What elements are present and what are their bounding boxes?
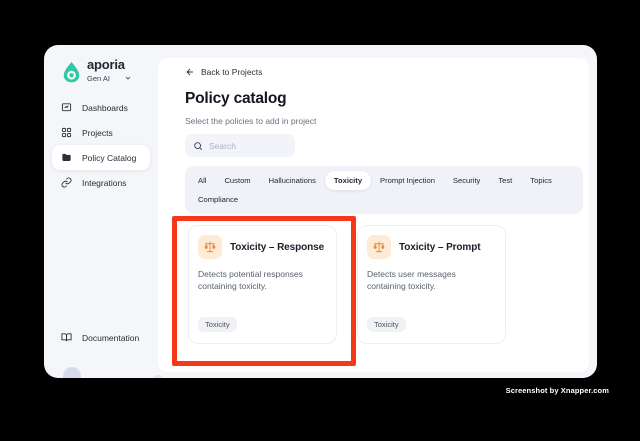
sidebar-item-projects[interactable]: Projects bbox=[52, 120, 150, 145]
policy-card-title: Toxicity – Prompt bbox=[399, 241, 481, 253]
policy-cards: Toxicity – Response Detects potential re… bbox=[188, 225, 506, 344]
aporia-logo-icon bbox=[63, 62, 80, 83]
tab-toxicity[interactable]: Toxicity bbox=[324, 171, 372, 190]
tab-prompt-injection[interactable]: Prompt Injection bbox=[371, 171, 444, 190]
link-icon bbox=[61, 177, 72, 188]
scales-icon bbox=[198, 235, 222, 259]
tab-compliance[interactable]: Compliance bbox=[189, 190, 247, 209]
tab-topics[interactable]: Topics bbox=[521, 171, 561, 190]
search-icon bbox=[194, 141, 203, 150]
tab-custom[interactable]: Custom bbox=[215, 171, 259, 190]
policy-card-description: Detects user messages containing toxicit… bbox=[367, 269, 456, 292]
policy-tag-badge: Toxicity bbox=[198, 317, 237, 332]
sidebar-nav: Dashboards Projects Policy Catalog Integ… bbox=[44, 95, 158, 195]
folder-icon bbox=[62, 153, 71, 161]
chevron-down-icon bbox=[125, 76, 131, 80]
filter-tabs: All Custom Hallucinations Toxicity Promp… bbox=[185, 166, 583, 214]
back-to-projects-link[interactable]: Back to Projects bbox=[185, 67, 262, 77]
sidebar-item-integrations[interactable]: Integrations bbox=[52, 170, 150, 195]
avatar[interactable] bbox=[63, 367, 81, 378]
search-input[interactable] bbox=[209, 140, 287, 151]
sidebar-item-label: Projects bbox=[82, 127, 113, 138]
page-subtitle: Select the policies to add in project bbox=[185, 116, 317, 126]
tab-all[interactable]: All bbox=[189, 171, 215, 190]
book-icon bbox=[61, 333, 72, 342]
sidebar-item-label: Integrations bbox=[82, 177, 127, 188]
policy-card-toxicity-prompt[interactable]: Toxicity – Prompt Detects user messages … bbox=[357, 225, 506, 344]
policy-card-description: Detects potential responses containing t… bbox=[198, 269, 303, 292]
app-window: aporia Gen AI Dashboards Projects Policy… bbox=[44, 45, 597, 378]
workspace-label: Gen AI bbox=[87, 73, 110, 83]
decorative-circle bbox=[152, 375, 164, 378]
scales-icon bbox=[367, 235, 391, 259]
arrow-left-icon bbox=[186, 68, 193, 76]
policy-tag-badge: Toxicity bbox=[367, 317, 406, 332]
tab-security[interactable]: Security bbox=[444, 171, 489, 190]
main-panel: Back to Projects Policy catalog Select t… bbox=[158, 58, 589, 372]
sidebar: aporia Gen AI Dashboards Projects Policy… bbox=[44, 45, 164, 378]
policy-card-toxicity-response[interactable]: Toxicity – Response Detects potential re… bbox=[188, 225, 337, 344]
workspace-selector[interactable]: Gen AI bbox=[87, 74, 132, 83]
sidebar-item-label: Policy Catalog bbox=[82, 152, 137, 163]
sidebar-item-label: Documentation bbox=[82, 332, 140, 343]
sidebar-item-dashboards[interactable]: Dashboards bbox=[52, 95, 150, 120]
sidebar-item-label: Dashboards bbox=[82, 102, 128, 113]
sidebar-item-policy-catalog[interactable]: Policy Catalog bbox=[52, 145, 150, 170]
watermark-text: Screenshot by Xnapper.com bbox=[505, 386, 609, 395]
tab-test[interactable]: Test bbox=[489, 171, 521, 190]
grid-icon bbox=[61, 127, 72, 138]
screenshot-canvas: aporia Gen AI Dashboards Projects Policy… bbox=[0, 0, 640, 441]
sidebar-item-documentation[interactable]: Documentation bbox=[61, 332, 139, 343]
page-title: Policy catalog bbox=[185, 90, 287, 107]
tab-hallucinations[interactable]: Hallucinations bbox=[260, 171, 325, 190]
dashboard-icon bbox=[61, 103, 72, 112]
brand-name: aporia bbox=[87, 57, 125, 72]
back-link-label: Back to Projects bbox=[201, 67, 263, 77]
policy-card-title: Toxicity – Response bbox=[230, 241, 325, 253]
search-box[interactable] bbox=[185, 134, 295, 157]
logo-block: aporia Gen AI bbox=[63, 58, 132, 83]
